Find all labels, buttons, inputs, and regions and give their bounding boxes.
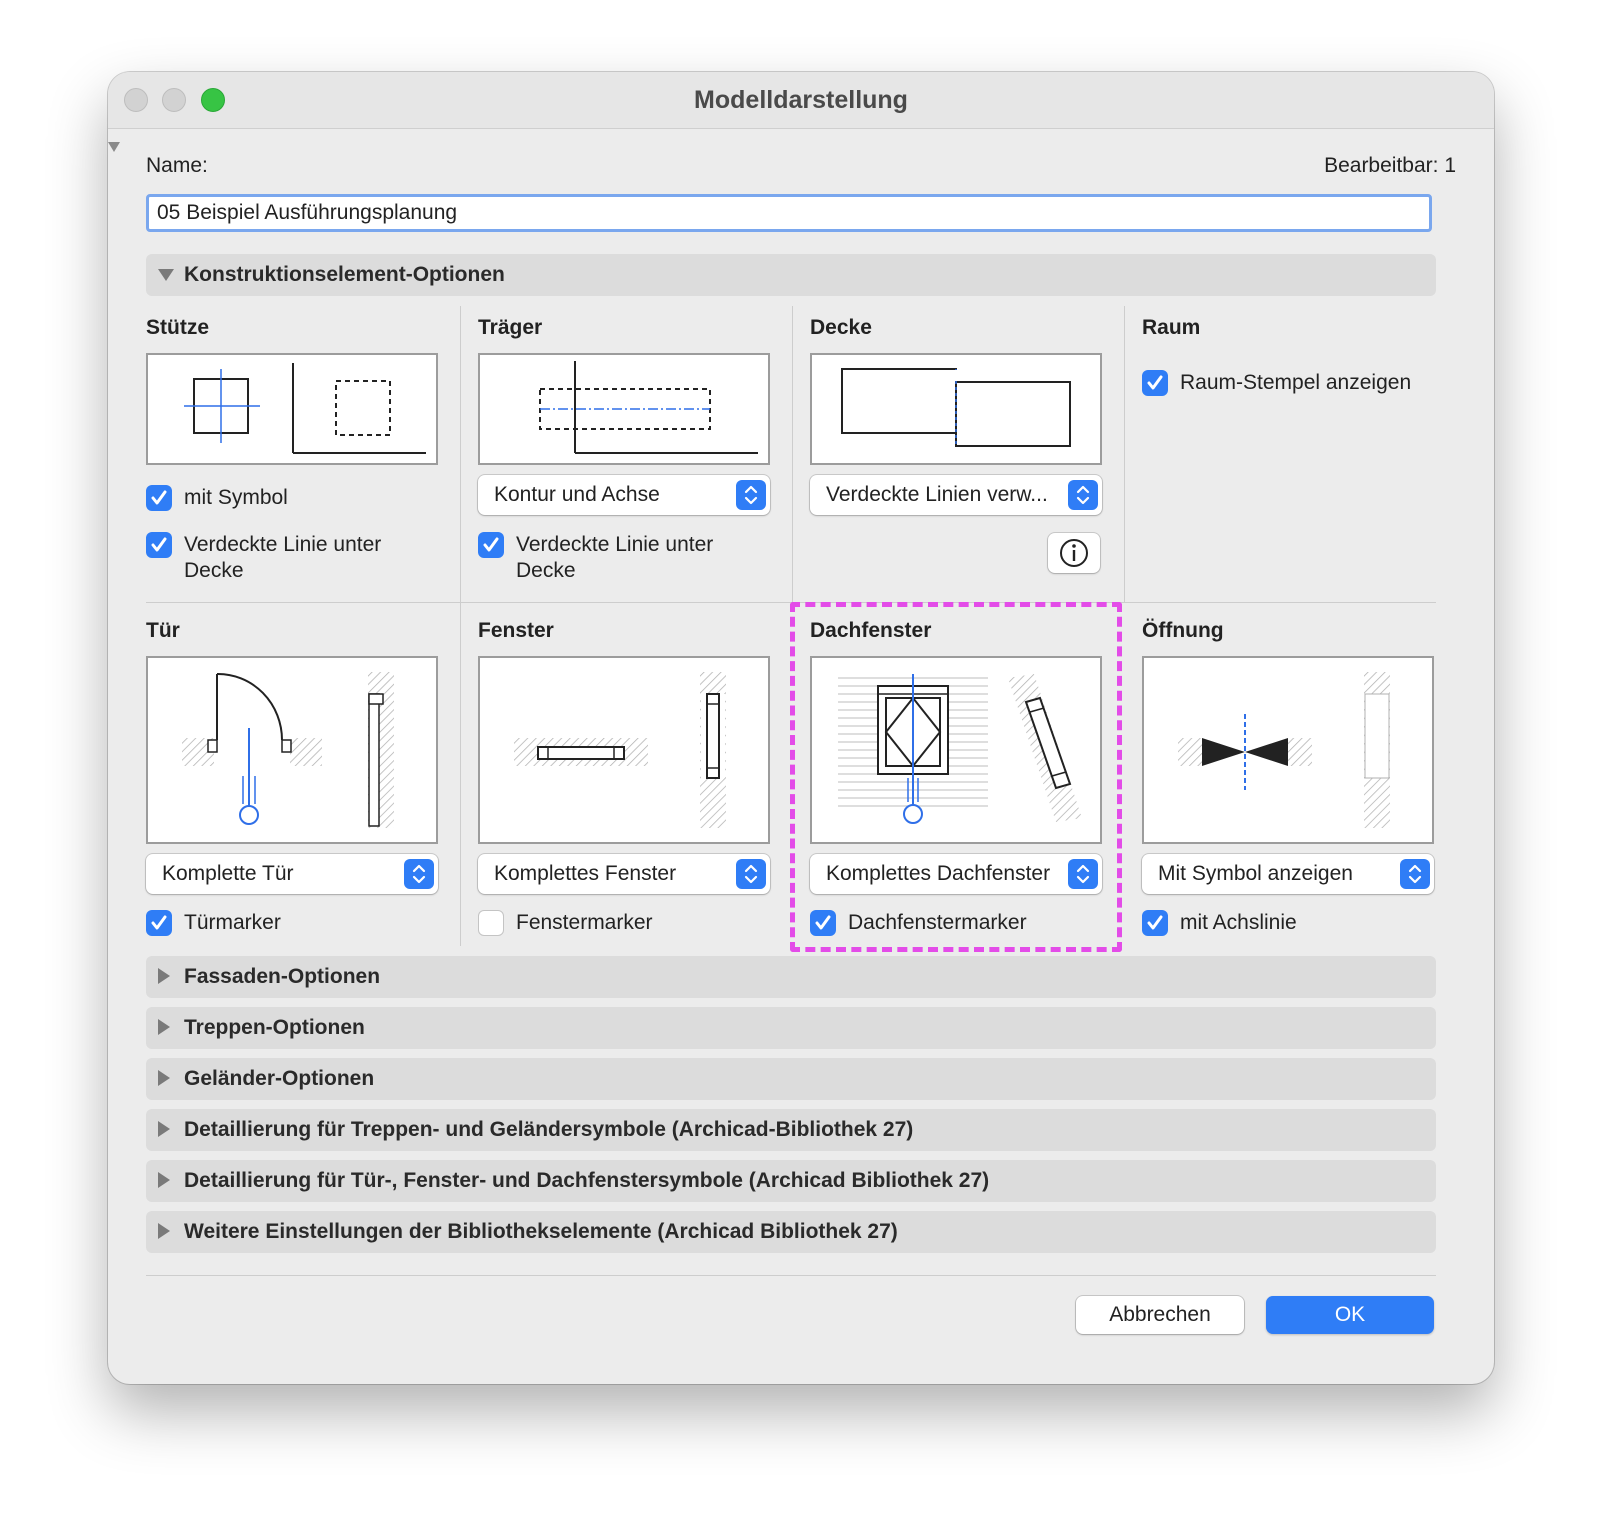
- editable-count: Bearbeitbar: 1: [1324, 154, 1456, 177]
- disclosure-right-icon: [158, 1121, 170, 1137]
- window-preview: [478, 656, 770, 844]
- fenster-display-popup[interactable]: Komplettes Fenster: [478, 854, 770, 894]
- disclosure-down-icon: [158, 269, 174, 281]
- checkbox-label: Decke: [184, 559, 244, 582]
- section-title: Weitere Einstellungen der Bibliotheksele…: [184, 1220, 898, 1243]
- section-detail-stairs[interactable]: Detaillierung für Treppen- und Geländers…: [146, 1109, 1436, 1151]
- room-stamp-checkbox[interactable]: [1142, 370, 1168, 396]
- highlight-frame: [790, 602, 1122, 952]
- opening-preview: [1142, 656, 1434, 844]
- popup-value: Kontur und Achse: [494, 483, 660, 506]
- checkbox-label: Verdeckte Linie unter: [516, 533, 714, 556]
- checkbox-label: mit Achslinie: [1180, 911, 1297, 934]
- popup-value: Mit Symbol anzeigen: [1158, 862, 1353, 885]
- checkbox-label: Raum-Stempel anzeigen: [1180, 371, 1412, 394]
- section-title: Detaillierung für Tür-, Fenster- und Dac…: [184, 1169, 990, 1192]
- stepper-icon: [736, 859, 766, 889]
- window-marker-checkbox[interactable]: [478, 910, 504, 936]
- section-facade[interactable]: Fassaden-Optionen: [146, 956, 1436, 998]
- popup-value: Komplettes Fenster: [494, 862, 677, 885]
- section-further[interactable]: Weitere Einstellungen der Bibliotheksele…: [146, 1211, 1436, 1253]
- section-title: Detaillierung für Treppen- und Geländers…: [184, 1118, 914, 1141]
- hidden-line-checkbox[interactable]: [146, 532, 172, 558]
- door-marker-checkbox[interactable]: [146, 910, 172, 936]
- stepper-icon: [404, 859, 434, 889]
- axis-line-checkbox[interactable]: [1142, 910, 1168, 936]
- stepper-icon: [1400, 859, 1430, 889]
- beam-preview: [478, 353, 770, 465]
- divider: [460, 306, 461, 946]
- disclosure-right-icon: [158, 1019, 170, 1035]
- column-title-traeger: Träger: [478, 316, 543, 339]
- name-label: Name:: [146, 154, 208, 177]
- title-bar: Modelldarstellung: [108, 72, 1494, 129]
- section-title: Geländer-Optionen: [184, 1067, 375, 1090]
- section-title: Treppen-Optionen: [184, 1016, 365, 1039]
- section-title: Fassaden-Optionen: [184, 965, 381, 988]
- stepper-icon: [1068, 480, 1098, 510]
- checkbox-label: Fenstermarker: [516, 911, 653, 934]
- divider: [146, 1275, 1436, 1276]
- dialog-window: Modelldarstellung Name: Bearbeitbar: 1 K…: [108, 72, 1494, 1384]
- checkbox-label: mit Symbol: [184, 486, 288, 509]
- disclosure-right-icon: [158, 1070, 170, 1086]
- section-detail-doors[interactable]: Detaillierung für Tür-, Fenster- und Dac…: [146, 1160, 1436, 1202]
- popup-value: Verdeckte Linien verw...: [826, 483, 1048, 506]
- section-construction[interactable]: Konstruktionselement-Optionen: [146, 254, 1436, 296]
- door-preview: [146, 656, 438, 844]
- mit-symbol-checkbox[interactable]: [146, 485, 172, 511]
- section-railing[interactable]: Geländer-Optionen: [146, 1058, 1436, 1100]
- divider: [792, 306, 793, 602]
- section-title: Konstruktionselement-Optionen: [184, 263, 505, 286]
- info-button[interactable]: [1048, 533, 1100, 573]
- ok-button[interactable]: OK: [1266, 1296, 1434, 1334]
- column-title-tuer: Tür: [146, 619, 180, 642]
- traeger-display-popup[interactable]: Kontur und Achse: [478, 475, 770, 515]
- column-preview: [146, 353, 438, 465]
- oeffnung-display-popup[interactable]: Mit Symbol anzeigen: [1142, 854, 1434, 894]
- info-icon: [1060, 539, 1088, 567]
- disclosure-right-icon: [158, 968, 170, 984]
- column-title-raum: Raum: [1142, 316, 1201, 339]
- popup-value: Komplette Tür: [162, 862, 294, 885]
- column-title-oeffnung: Öffnung: [1142, 619, 1224, 642]
- hidden-line-checkbox[interactable]: [478, 532, 504, 558]
- window-title: Modelldarstellung: [694, 86, 908, 114]
- checkbox-label: Verdeckte Linie unter: [184, 533, 382, 556]
- disclosure-right-icon: [158, 1223, 170, 1239]
- decke-display-popup[interactable]: Verdeckte Linien verw...: [810, 475, 1102, 515]
- section-stairs[interactable]: Treppen-Optionen: [146, 1007, 1436, 1049]
- checkbox-label: Türmarker: [184, 911, 281, 934]
- resize-grip-icon: [108, 142, 120, 152]
- disclosure-right-icon: [158, 1172, 170, 1188]
- checkbox-label: Decke: [516, 559, 576, 582]
- column-title-fenster: Fenster: [478, 619, 554, 642]
- name-input[interactable]: [146, 194, 1432, 232]
- cancel-button[interactable]: Abbrechen: [1076, 1296, 1244, 1334]
- stepper-icon: [736, 480, 766, 510]
- tuer-display-popup[interactable]: Komplette Tür: [146, 854, 438, 894]
- column-title-decke: Decke: [810, 316, 872, 339]
- column-title-stuetze: Stütze: [146, 316, 209, 339]
- slab-preview: [810, 353, 1102, 465]
- divider: [1124, 306, 1125, 602]
